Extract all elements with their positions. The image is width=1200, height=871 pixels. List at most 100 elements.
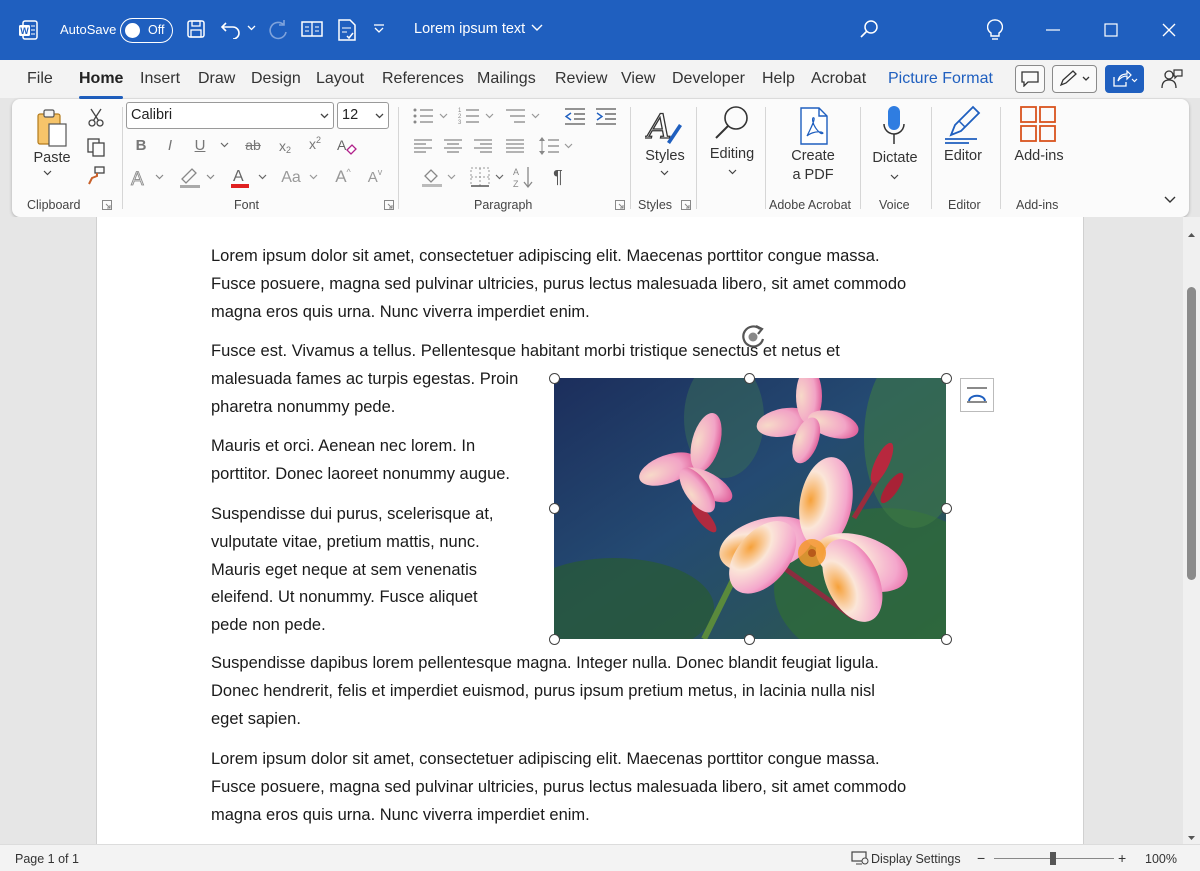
chevron-down-icon[interactable]: [375, 107, 384, 123]
strikethrough-icon[interactable]: ab: [242, 135, 264, 155]
read-mode-icon[interactable]: [301, 20, 323, 38]
paragraph[interactable]: Lorem ipsum dolor sit amet, consectetuer…: [211, 243, 906, 326]
superscript-icon[interactable]: x2: [305, 133, 325, 155]
chevron-down-icon[interactable]: [439, 113, 448, 119]
close-icon[interactable]: [1162, 23, 1176, 37]
chevron-down-icon[interactable]: [309, 174, 318, 180]
layout-options-button[interactable]: [960, 378, 994, 412]
chevron-down-icon[interactable]: [220, 142, 229, 148]
tab-developer[interactable]: Developer: [672, 70, 745, 88]
scrollbar-thumb[interactable]: [1187, 287, 1196, 580]
dictate-label[interactable]: Dictate: [865, 150, 925, 166]
tab-review[interactable]: Review: [555, 70, 607, 88]
display-settings-icon[interactable]: [851, 851, 869, 868]
inserted-picture[interactable]: [554, 378, 946, 639]
create-pdf-icon[interactable]: [796, 105, 832, 147]
change-case-icon[interactable]: Aa: [278, 167, 304, 189]
resize-handle-left[interactable]: [548, 502, 560, 514]
tab-picture-format[interactable]: Picture Format: [888, 70, 993, 88]
resize-handle-right[interactable]: [940, 502, 952, 514]
document-check-icon[interactable]: [336, 18, 358, 42]
word-app-icon[interactable]: W: [16, 18, 40, 42]
editor-icon[interactable]: [943, 104, 983, 146]
resize-handle-top[interactable]: [743, 372, 755, 384]
chevron-down-icon[interactable]: [155, 174, 164, 180]
chevron-down-icon[interactable]: [447, 174, 456, 180]
zoom-slider-thumb[interactable]: [1050, 852, 1056, 865]
chevron-down-icon[interactable]: [320, 107, 329, 123]
tab-draw[interactable]: Draw: [198, 70, 235, 88]
paste-icon[interactable]: [32, 107, 72, 151]
paste-chevron-down-icon[interactable]: [43, 170, 52, 176]
borders-icon[interactable]: [469, 166, 491, 188]
chevron-down-icon[interactable]: [564, 143, 573, 149]
format-painter-icon[interactable]: [84, 165, 108, 187]
create-pdf-line2[interactable]: a PDF: [782, 167, 844, 183]
tab-layout[interactable]: Layout: [316, 70, 364, 88]
page-count[interactable]: Page 1 of 1: [15, 852, 79, 866]
collapse-ribbon-chevron-icon[interactable]: [1164, 196, 1176, 204]
chevron-down-icon[interactable]: [531, 24, 543, 32]
justify-icon[interactable]: [504, 136, 526, 156]
share-button[interactable]: [1105, 65, 1144, 93]
editing-label[interactable]: Editing: [705, 146, 759, 162]
align-right-icon[interactable]: [472, 136, 494, 156]
align-left-icon[interactable]: [412, 136, 434, 156]
resize-handle-top-right[interactable]: [940, 372, 952, 384]
minimize-icon[interactable]: [1046, 29, 1060, 31]
italic-icon[interactable]: I: [160, 135, 180, 155]
undo-dropdown-chevron-icon[interactable]: [247, 25, 256, 31]
styles-label[interactable]: Styles: [640, 148, 690, 164]
paragraph[interactable]: Lorem ipsum dolor sit amet, consectetuer…: [211, 746, 906, 829]
paragraph[interactable]: Suspendisse dapibus lorem pellentesque m…: [211, 650, 879, 733]
rotate-handle-icon[interactable]: [738, 323, 770, 356]
cut-icon[interactable]: [84, 107, 108, 129]
resize-handle-bottom-right[interactable]: [940, 633, 952, 645]
chevron-down-icon[interactable]: [485, 113, 494, 119]
resize-handle-top-left[interactable]: [548, 372, 560, 384]
sort-icon[interactable]: AZ: [511, 165, 535, 189]
tab-design[interactable]: Design: [251, 70, 301, 88]
autosave-toggle[interactable]: Off: [120, 18, 173, 43]
grow-font-icon[interactable]: A ^: [332, 166, 354, 188]
search-icon[interactable]: [859, 19, 879, 39]
zoom-in-button[interactable]: +: [1118, 850, 1126, 866]
line-spacing-icon[interactable]: [538, 135, 560, 157]
tab-help[interactable]: Help: [762, 70, 795, 88]
numbering-icon[interactable]: 123: [456, 105, 482, 127]
add-ins-icon[interactable]: [1019, 105, 1057, 143]
increase-indent-icon[interactable]: [593, 105, 619, 127]
resize-handle-bottom-left[interactable]: [548, 633, 560, 645]
chevron-down-icon[interactable]: [890, 174, 899, 180]
decrease-indent-icon[interactable]: [562, 105, 588, 127]
clear-formatting-icon[interactable]: A: [336, 135, 358, 157]
presenter-icon[interactable]: [1160, 68, 1184, 90]
dialog-launcher-icon[interactable]: [615, 200, 625, 210]
comments-button[interactable]: [1015, 65, 1045, 93]
find-icon[interactable]: [711, 104, 753, 144]
dialog-launcher-icon[interactable]: [102, 200, 112, 210]
subscript-icon[interactable]: x2: [275, 135, 295, 157]
shrink-font-icon[interactable]: Av: [364, 166, 386, 188]
tab-home[interactable]: Home: [79, 70, 124, 99]
align-center-icon[interactable]: [442, 136, 464, 156]
shading-icon[interactable]: [420, 166, 444, 188]
dialog-launcher-icon[interactable]: [384, 200, 394, 210]
underline-icon[interactable]: U: [190, 135, 210, 155]
tab-acrobat[interactable]: Acrobat: [811, 70, 866, 88]
editor-label[interactable]: Editor: [938, 148, 988, 164]
create-pdf-line1[interactable]: Create: [782, 148, 844, 164]
copy-icon[interactable]: [84, 136, 108, 158]
chevron-down-icon[interactable]: [660, 170, 669, 176]
tab-mailings[interactable]: Mailings: [477, 70, 536, 88]
editing-mode-button[interactable]: [1052, 65, 1097, 93]
chevron-down-icon[interactable]: [728, 169, 737, 175]
scroll-up-arrow-icon[interactable]: [1187, 225, 1196, 243]
text-effects-icon[interactable]: A: [128, 167, 152, 189]
zoom-out-button[interactable]: −: [977, 850, 985, 866]
tab-file[interactable]: File: [27, 70, 53, 88]
font-color-icon[interactable]: A: [228, 165, 252, 189]
bullets-icon[interactable]: [410, 105, 436, 127]
highlight-icon[interactable]: [178, 165, 202, 189]
paste-label[interactable]: Paste: [32, 150, 72, 166]
